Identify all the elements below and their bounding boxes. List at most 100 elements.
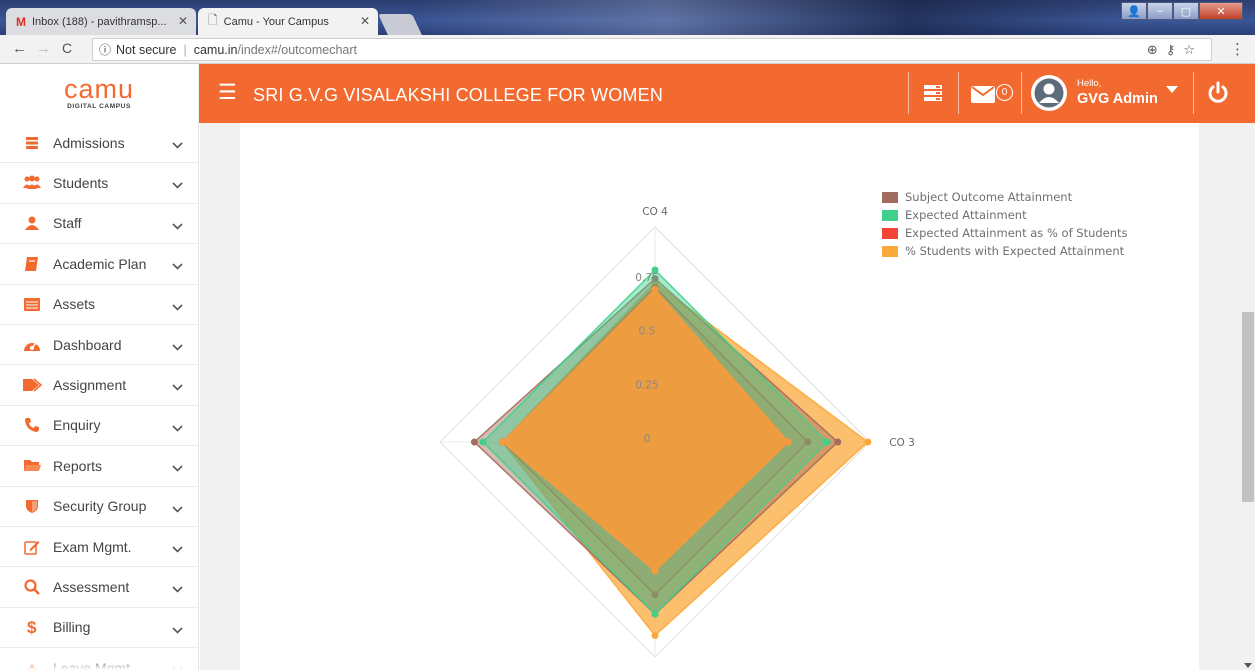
radar-tick-label: 0.75	[635, 272, 658, 284]
page-icon: 🗋	[208, 13, 218, 27]
legend-swatch	[882, 245, 898, 257]
reload-icon[interactable]: C	[62, 40, 72, 56]
back-arrow-icon[interactable]: ←	[12, 40, 27, 57]
legend-label: Expected Attainment	[905, 208, 1027, 222]
sidebar-item-assets[interactable]: Assets	[0, 285, 198, 325]
chevron-down-icon[interactable]	[172, 378, 183, 396]
star-icon[interactable]: ☆	[1183, 42, 1203, 57]
chevron-down-icon[interactable]	[172, 500, 183, 518]
address-bar: ← → C ⓘ Not secure | camu.in/index#/outc…	[0, 35, 1255, 64]
chevron-down-icon[interactable]	[172, 459, 183, 477]
sidebar-item-label: Students	[53, 175, 109, 192]
chevron-down-icon[interactable]	[172, 217, 183, 235]
hamburger-menu-icon[interactable]: ☰	[218, 82, 237, 103]
omnibox-actions: ⊕⚷☆	[1147, 42, 1203, 58]
url-field[interactable]: ⓘ Not secure | camu.in/index#/outcomecha…	[92, 38, 1212, 61]
list-icon[interactable]	[923, 83, 943, 108]
chevron-down-icon[interactable]	[172, 176, 183, 194]
scroll-down-arrow-icon[interactable]	[1244, 663, 1252, 668]
url-path: /index#/outcomechart	[237, 42, 358, 57]
sidebar-item-students[interactable]: Students	[0, 163, 198, 204]
chevron-down-icon[interactable]	[172, 257, 183, 275]
legend-item[interactable]: Expected Attainment	[882, 206, 1128, 224]
info-icon[interactable]: ⓘ	[99, 41, 111, 58]
dashboard-icon	[22, 335, 42, 355]
app-header: camu DIGITAL CAMPUS ☰ SRI G.V.G VISALAKS…	[0, 64, 1255, 123]
tab-bar-background	[420, 0, 1120, 35]
header-divider	[908, 72, 909, 114]
chevron-down-icon[interactable]	[172, 136, 183, 154]
logo[interactable]: camu DIGITAL CAMPUS	[0, 64, 199, 123]
sidebar-item-label: Reports	[53, 457, 103, 474]
forward-arrow-icon[interactable]: →	[36, 40, 51, 57]
minimize-button[interactable]: –	[1147, 2, 1173, 20]
chevron-down-icon[interactable]	[172, 298, 183, 316]
page-scrollbar[interactable]	[1241, 123, 1255, 670]
radar-data-point	[651, 632, 659, 639]
folder-icon	[22, 456, 42, 476]
radar-tick-label: 0	[644, 433, 651, 445]
sidebar-item-assessment[interactable]: Assessment	[0, 567, 198, 608]
close-icon[interactable]: ✕	[178, 14, 188, 28]
sidebar-item-security-group[interactable]: Security Group	[0, 487, 198, 527]
phone-icon	[22, 415, 42, 435]
sidebar-item-reports[interactable]: Reports	[0, 446, 198, 487]
chevron-down-icon[interactable]	[1166, 86, 1178, 93]
tab-inbox[interactable]: M Inbox (188) - pavithramsp... ✕	[6, 8, 196, 35]
chevron-down-icon[interactable]	[172, 621, 183, 639]
shield-icon	[22, 496, 42, 516]
window-close-button[interactable]: ✕	[1199, 2, 1243, 20]
sidebar: Admissions Students Staff Academic Plan Asse…	[0, 123, 199, 670]
scrollbar-thumb[interactable]	[1242, 312, 1254, 502]
radar-data-point	[651, 285, 659, 293]
user-icon[interactable]: 👤	[1121, 2, 1147, 20]
sidebar-item-label: Billing	[53, 619, 91, 636]
sidebar-item-dashboard[interactable]: Dashboard	[0, 325, 198, 366]
sidebar-item-exam-mgmt[interactable]: Exam Mgmt.	[0, 527, 198, 568]
sidebar-menu: Admissions Students Staff Academic Plan Asse…	[0, 123, 198, 670]
radar-tick-label: 0.5	[639, 326, 656, 338]
sidebar-item-label: Admissions	[53, 134, 125, 151]
sidebar-item-assignment[interactable]: Assignment	[0, 365, 198, 406]
power-icon[interactable]	[1206, 81, 1230, 110]
chevron-down-icon[interactable]	[172, 419, 183, 437]
sidebar-item-staff[interactable]: Staff	[0, 204, 198, 245]
maximize-button[interactable]: ▢	[1173, 2, 1199, 20]
legend-item[interactable]: Expected Attainment as % of Students	[882, 224, 1128, 242]
sidebar-item-label: Academic Plan	[53, 255, 147, 272]
radar-data-point	[470, 438, 478, 446]
assets-icon	[22, 294, 42, 314]
new-tab-button[interactable]	[378, 14, 422, 35]
logo-subtitle: DIGITAL CAMPUS	[67, 103, 131, 110]
sidebar-item-label: Dashboard	[53, 336, 122, 353]
tab-camu-title: Camu - Your Campus	[223, 15, 329, 28]
key-icon[interactable]: ⚷	[1166, 42, 1184, 57]
sidebar-item-label: Assignment	[53, 377, 127, 394]
radar-data-point	[498, 438, 506, 446]
sidebar-item-label: Assessment	[53, 578, 130, 595]
legend-item[interactable]: % Students with Expected Attainment	[882, 242, 1128, 260]
avatar[interactable]	[1031, 75, 1067, 111]
close-icon[interactable]: ✕	[360, 14, 370, 28]
sidebar-item-academic-plan[interactable]: Academic Plan	[0, 244, 198, 285]
radar-data-point	[834, 438, 842, 446]
browser-menu-icon[interactable]: ⋮	[1230, 40, 1245, 58]
mail-icon[interactable]	[971, 86, 995, 108]
user-name[interactable]: GVG Admin	[1077, 91, 1158, 107]
chevron-down-icon[interactable]	[172, 540, 183, 558]
legend-swatch	[882, 227, 898, 239]
zoom-icon[interactable]: ⊕	[1147, 42, 1166, 57]
legend-item[interactable]: Subject Outcome Attainment	[882, 188, 1128, 206]
sidebar-item-enquiry[interactable]: Enquiry	[0, 406, 198, 447]
radar-data-point	[479, 438, 487, 446]
sidebar-item-billing[interactable]: $ Billing	[0, 608, 198, 649]
dollar-icon: $	[22, 617, 42, 637]
edit-icon	[22, 537, 42, 557]
tab-camu[interactable]: 🗋 Camu - Your Campus ✕	[198, 8, 378, 35]
url-divider: |	[183, 42, 187, 57]
book-icon	[22, 254, 42, 274]
legend-swatch	[882, 191, 898, 203]
sidebar-item-admissions[interactable]: Admissions	[0, 123, 198, 164]
chevron-down-icon[interactable]	[172, 580, 183, 598]
chevron-down-icon[interactable]	[172, 338, 183, 356]
